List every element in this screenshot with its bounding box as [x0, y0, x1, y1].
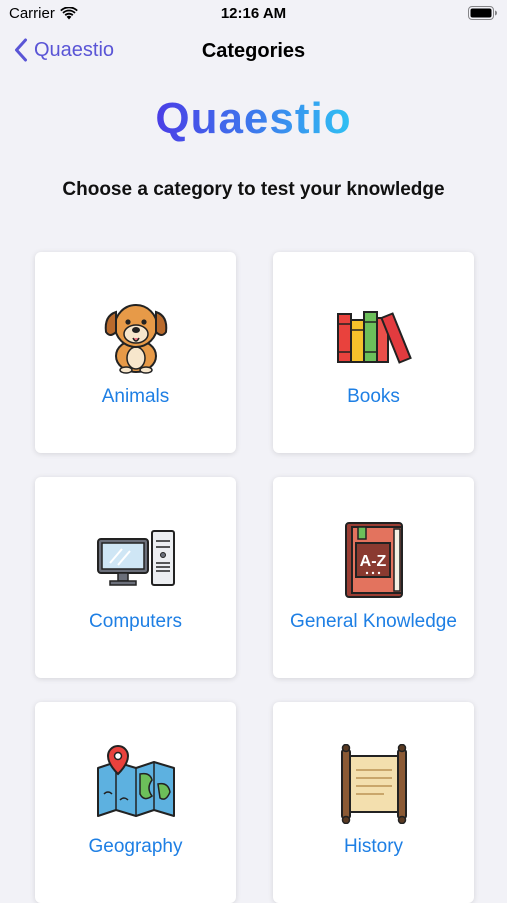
- svg-text:A-Z: A-Z: [359, 553, 386, 570]
- category-label: Animals: [101, 386, 170, 407]
- subtitle: Choose a category to test your knowledge: [62, 179, 445, 200]
- category-card-history[interactable]: History: [273, 702, 474, 903]
- category-label: History: [343, 836, 404, 857]
- category-label: Geography: [88, 836, 183, 857]
- status-bar: Carrier 12:16 AM: [0, 0, 507, 28]
- scroll-icon: [340, 744, 407, 824]
- category-label: General Knowledge: [290, 611, 457, 632]
- category-label: Books: [347, 386, 400, 407]
- navigation-bar: Quaestio Categories: [0, 28, 507, 76]
- status-time: 12:16 AM: [220, 5, 287, 22]
- dog-icon: [104, 304, 167, 374]
- logo-text: Quaestio: [155, 94, 351, 154]
- app-logo: Quaestio: [0, 94, 507, 154]
- category-label: Computers: [89, 611, 182, 632]
- category-card-animals[interactable]: Animals: [35, 252, 236, 453]
- computer-icon: [96, 530, 175, 586]
- category-card-general-knowledge[interactable]: A-Z General Knowledge: [273, 477, 474, 678]
- a-z-book-icon: A-Z: [344, 522, 403, 598]
- books-icon: [336, 311, 412, 364]
- category-card-computers[interactable]: Computers: [35, 477, 236, 678]
- category-card-books[interactable]: Books: [273, 252, 474, 453]
- category-card-geography[interactable]: Geography: [35, 702, 236, 903]
- battery-icon: [468, 6, 497, 20]
- page-title: Categories: [201, 40, 306, 62]
- map-icon: [96, 744, 175, 817]
